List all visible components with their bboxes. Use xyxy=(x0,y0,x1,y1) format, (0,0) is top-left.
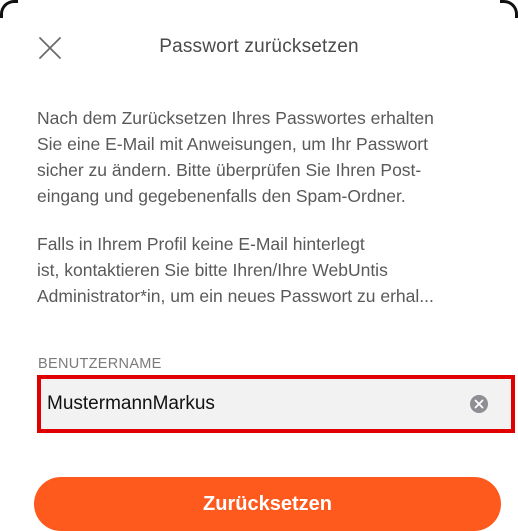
instruction-paragraph-admin: Falls in Ihrem Profil keine E-Mail hinte… xyxy=(37,234,434,306)
username-input[interactable] xyxy=(47,389,447,419)
reset-button[interactable]: Zurücksetzen xyxy=(34,477,501,531)
screen-corner-top-right xyxy=(500,0,518,18)
instruction-paragraph-email: Nach dem Zurücksetzen Ihres Passwortes e… xyxy=(37,108,434,206)
page-title: Passwort zurücksetzen xyxy=(159,36,359,57)
screen-corner-top-left xyxy=(0,0,18,18)
clear-circle-icon xyxy=(470,395,488,413)
username-field-container xyxy=(37,375,515,433)
dialog-header: Passwort zurücksetzen xyxy=(0,28,518,68)
clear-input-button[interactable] xyxy=(469,394,489,414)
username-label: BENUTZERNAME xyxy=(38,356,162,372)
